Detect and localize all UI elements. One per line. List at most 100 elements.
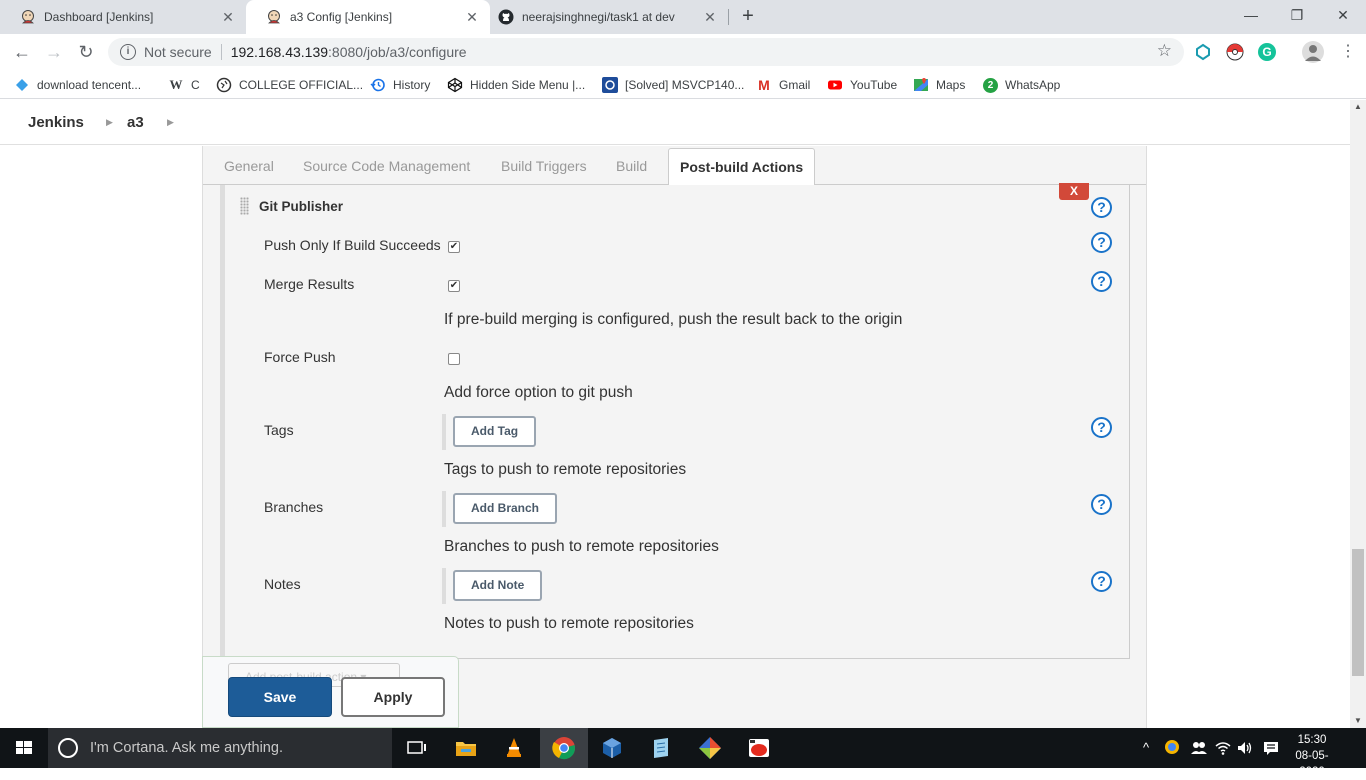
help-icon[interactable]: ? <box>1091 271 1112 292</box>
close-window-button[interactable]: ✕ <box>1320 0 1366 30</box>
git-icon[interactable] <box>698 736 722 760</box>
system-clock[interactable]: 15:30 08-05-2020 <box>1284 732 1340 780</box>
chrome-icon[interactable] <box>552 736 576 760</box>
app-icon[interactable] <box>747 736 771 760</box>
back-button[interactable]: ← <box>10 40 34 64</box>
youtube-icon <box>827 77 843 93</box>
merge-results-description: If pre-build merging is configured, push… <box>444 311 903 328</box>
chevron-right-icon[interactable]: ▶ <box>106 117 113 128</box>
page-scrollbar[interactable]: ▲ ▼ <box>1350 100 1366 728</box>
bookmark-msvcp140[interactable]: [Solved] MSVCP140... <box>602 75 744 95</box>
tags-repeatable: Add Tag <box>442 414 537 450</box>
help-icon[interactable]: ? <box>1091 494 1112 515</box>
tray-chevron-icon[interactable]: ^ <box>1143 740 1149 755</box>
help-icon[interactable]: ? <box>1091 232 1112 253</box>
breadcrumb: Jenkins ▶ a3 ▶ <box>0 100 1350 145</box>
add-tag-button[interactable]: Add Tag <box>453 416 537 447</box>
close-tab-icon[interactable]: ✕ <box>464 9 480 25</box>
bookmark-college[interactable]: COLLEGE OFFICIAL... <box>216 75 363 95</box>
scroll-down-icon[interactable]: ▼ <box>1354 716 1362 725</box>
tab-build-triggers[interactable]: Build Triggers <box>501 158 587 174</box>
drag-handle-icon[interactable] <box>240 197 249 215</box>
start-button[interactable] <box>0 728 48 768</box>
git-publisher-section: Git Publisher X ? Push Only If Build Suc… <box>220 183 1130 659</box>
bookmark-tencent[interactable]: download tencent... <box>14 75 141 95</box>
tab-post-build-actions[interactable]: Post-build Actions <box>668 148 816 186</box>
scroll-up-icon[interactable]: ▲ <box>1354 102 1362 111</box>
push-only-checkbox[interactable]: ✔ <box>448 241 460 253</box>
tab-a3-config[interactable]: a3 Config [Jenkins] ✕ <box>246 0 490 34</box>
security-status[interactable]: Not secure <box>144 44 212 60</box>
help-icon[interactable]: ? <box>1091 571 1112 592</box>
merge-results-label: Merge Results <box>264 276 355 292</box>
info-icon[interactable]: i <box>120 44 136 60</box>
pokeball-extension-icon[interactable] <box>1226 43 1244 61</box>
help-icon[interactable]: ? <box>1091 197 1112 218</box>
volume-icon[interactable] <box>1236 739 1254 757</box>
tab-general[interactable]: General <box>224 158 274 174</box>
jenkins-icon <box>20 9 36 25</box>
bookmark-label: Hidden Side Menu |... <box>470 78 586 92</box>
tab-github-task1[interactable]: neerajsinghnegi/task1 at dev ✕ <box>490 0 728 34</box>
bookmark-maps[interactable]: Maps <box>913 75 965 95</box>
people-tray-icon[interactable] <box>1190 739 1208 757</box>
tab-source-code-management[interactable]: Source Code Management <box>303 158 470 174</box>
help-icon[interactable]: ? <box>1091 417 1112 438</box>
forward-button[interactable]: → <box>42 40 66 64</box>
bookmark-label: Maps <box>936 78 966 92</box>
tencent-icon <box>14 77 30 93</box>
new-tab-button[interactable]: + <box>737 6 759 28</box>
task-view-icon[interactable] <box>405 736 429 760</box>
file-explorer-icon[interactable] <box>454 736 478 760</box>
merge-results-checkbox[interactable]: ✔ <box>448 280 460 292</box>
bookmark-label: History <box>393 78 431 92</box>
chrome-menu-icon[interactable]: ⋮ <box>1336 40 1360 64</box>
github-icon <box>498 9 514 25</box>
tab-dashboard-jenkins[interactable]: Dashboard [Jenkins] ✕ <box>0 0 246 34</box>
save-button[interactable]: Save <box>228 677 332 717</box>
site-icon <box>602 77 618 93</box>
git-publisher-title: Git Publisher <box>259 199 344 214</box>
globe-icon <box>216 77 232 93</box>
address-bar[interactable]: i Not secure 192.168.43.139:8080/job/a3/… <box>108 38 1184 66</box>
bookmark-label: [Solved] MSVCP140... <box>625 78 745 92</box>
virtualbox-icon[interactable] <box>600 736 624 760</box>
action-center-icon[interactable] <box>1262 739 1280 757</box>
apply-button[interactable]: Apply <box>341 677 445 717</box>
tab-build[interactable]: Build <box>616 158 647 174</box>
gmail-icon: M <box>758 77 770 93</box>
tab-title: a3 Config [Jenkins] <box>290 10 393 24</box>
tab-title: neerajsinghnegi/task1 at dev <box>522 10 675 24</box>
bookmark-label: C <box>191 78 200 92</box>
bookmark-hidden-side-menu[interactable]: Hidden Side Menu |... <box>447 75 585 95</box>
profile-avatar[interactable] <box>1302 41 1324 63</box>
restore-button[interactable]: ❐ <box>1274 0 1320 30</box>
omnibox-divider <box>220 44 222 60</box>
wifi-icon[interactable] <box>1214 739 1232 757</box>
breadcrumb-a3[interactable]: a3 <box>127 114 144 131</box>
close-tab-icon[interactable]: ✕ <box>702 9 718 25</box>
bookmark-star-icon[interactable]: ☆ <box>1157 41 1172 61</box>
scrollbar-thumb[interactable] <box>1352 549 1364 676</box>
force-push-checkbox[interactable] <box>448 353 460 365</box>
close-tab-icon[interactable]: ✕ <box>220 9 236 25</box>
extension-icon[interactable] <box>1194 43 1212 61</box>
vlc-icon[interactable] <box>502 736 526 760</box>
chevron-right-icon[interactable]: ▶ <box>167 117 174 128</box>
bookmark-history[interactable]: History <box>370 75 430 95</box>
bookmark-gmail[interactable]: M Gmail <box>756 75 810 95</box>
browser-toolbar: ← → ↻ i Not secure 192.168.43.139:8080/j… <box>0 34 1366 70</box>
add-note-button[interactable]: Add Note <box>453 570 543 601</box>
bookmark-wikipedia[interactable]: W C <box>168 75 200 95</box>
onedrive-tray-icon[interactable] <box>1163 738 1181 756</box>
notepad-icon[interactable] <box>649 736 673 760</box>
reload-button[interactable]: ↻ <box>74 40 98 64</box>
bookmark-youtube[interactable]: YouTube <box>827 75 897 95</box>
delete-publisher-button[interactable]: X <box>1059 183 1089 200</box>
bookmark-whatsapp[interactable]: 2 WhatsApp <box>983 75 1060 95</box>
minimize-button[interactable]: — <box>1228 0 1274 30</box>
cortana-search-box[interactable]: I'm Cortana. Ask me anything. <box>48 728 392 768</box>
add-branch-button[interactable]: Add Branch <box>453 493 558 524</box>
grammarly-icon[interactable]: G <box>1258 43 1276 61</box>
breadcrumb-jenkins[interactable]: Jenkins <box>28 114 84 131</box>
